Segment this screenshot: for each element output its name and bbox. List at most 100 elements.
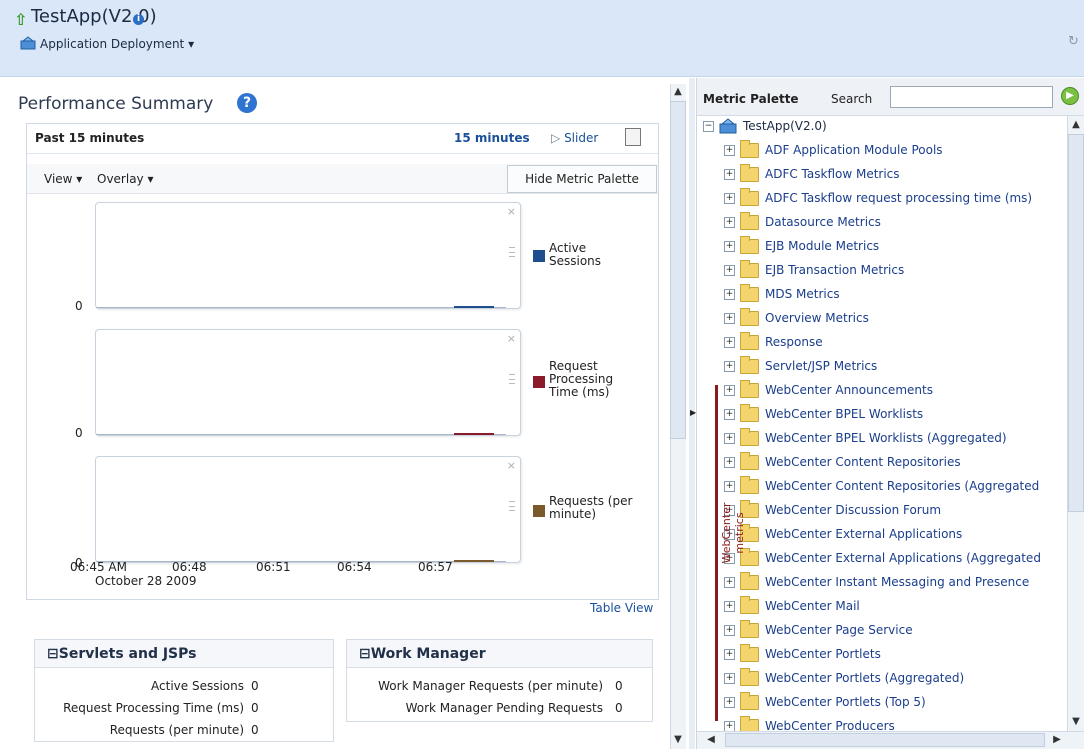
tree-item-label[interactable]: MDS Metrics [765, 287, 840, 301]
tree-item[interactable]: + ADFC Taskflow request processing time (… [697, 188, 1067, 212]
expand-icon[interactable]: + [724, 169, 735, 180]
duration-link[interactable]: 15 minutes [454, 131, 530, 145]
expand-icon[interactable]: + [724, 457, 735, 468]
tree-item-label[interactable]: EJB Module Metrics [765, 239, 879, 253]
scroll-up-icon[interactable]: ▲ [1068, 117, 1084, 133]
tree-item[interactable]: + WebCenter Mail [697, 596, 1067, 620]
table-view-link[interactable]: Table View [590, 601, 653, 615]
tree-item[interactable]: + WebCenter Page Service [697, 620, 1067, 644]
tree-item-label[interactable]: WebCenter Instant Messaging and Presence [765, 575, 1029, 589]
drag-handle-icon[interactable] [509, 374, 515, 384]
tree-item[interactable]: + WebCenter Portlets (Aggregated) [697, 668, 1067, 692]
expand-icon[interactable]: + [724, 289, 735, 300]
work-manager-section-header[interactable]: ⊟Work Manager [347, 640, 652, 668]
expand-icon[interactable]: + [724, 265, 735, 276]
tree-item-label[interactable]: WebCenter BPEL Worklists [765, 407, 923, 421]
tree-item[interactable]: + WebCenter Portlets (Top 5) [697, 692, 1067, 716]
close-icon[interactable]: × [507, 205, 516, 218]
scroll-left-icon[interactable]: ◀ [703, 732, 719, 748]
search-input[interactable] [890, 86, 1053, 108]
expand-icon[interactable]: + [724, 361, 735, 372]
tree-item[interactable]: + WebCenter Announcements [697, 380, 1067, 404]
expand-icon[interactable]: + [724, 337, 735, 348]
refresh-icon[interactable]: ↻ [1068, 34, 1082, 50]
tree-item[interactable]: + WebCenter Instant Messaging and Presenc… [697, 572, 1067, 596]
tree-item-label[interactable]: WebCenter Portlets [765, 647, 881, 661]
view-menu[interactable]: View ▾ [44, 172, 82, 186]
tree-item-label[interactable]: EJB Transaction Metrics [765, 263, 904, 277]
tree-item-label[interactable]: WebCenter Discussion Forum [765, 503, 941, 517]
tree-item[interactable]: + WebCenter BPEL Worklists (Aggregated) [697, 428, 1067, 452]
help-icon[interactable]: ? [237, 93, 257, 113]
tree-item-label[interactable]: Response [765, 335, 823, 349]
expand-icon[interactable]: + [724, 433, 735, 444]
scroll-right-icon[interactable]: ▶ [1049, 732, 1065, 748]
tree-item-label[interactable]: WebCenter External Applications (Aggrega… [765, 551, 1041, 565]
expand-icon[interactable]: + [724, 313, 735, 324]
tree-item-label[interactable]: WebCenter Content Repositories (Aggregat… [765, 479, 1039, 493]
palette-hscroll-thumb[interactable] [725, 733, 1045, 747]
expand-icon[interactable]: + [724, 673, 735, 684]
collapse-arrow-icon[interactable]: ▶ [690, 408, 696, 420]
tree-item[interactable]: + Servlet/JSP Metrics [697, 356, 1067, 380]
hide-metric-palette-button[interactable]: Hide Metric Palette [507, 165, 657, 193]
tree-item[interactable]: + ADF Application Module Pools [697, 140, 1067, 164]
tree-item[interactable]: + EJB Module Metrics [697, 236, 1067, 260]
expand-icon[interactable]: + [724, 649, 735, 660]
tree-item[interactable]: + WebCenter Producers [697, 716, 1067, 731]
tree-item[interactable]: + ADFC Taskflow Metrics [697, 164, 1067, 188]
servlets-section-header[interactable]: ⊟Servlets and JSPs [35, 640, 333, 668]
tree-item-label[interactable]: WebCenter Mail [765, 599, 860, 613]
scroll-down-icon[interactable]: ▼ [1068, 714, 1084, 730]
tree-item-label[interactable]: WebCenter Portlets (Top 5) [765, 695, 926, 709]
overlay-menu[interactable]: Overlay ▾ [97, 172, 154, 186]
tree-item-label[interactable]: Datasource Metrics [765, 215, 881, 229]
left-pane-scroll-thumb[interactable] [670, 101, 686, 439]
tree-item[interactable]: + WebCenter Content Repositories (Aggrega… [697, 476, 1067, 500]
scroll-down-icon[interactable]: ▼ [670, 732, 686, 748]
tree-item-label[interactable]: Overview Metrics [765, 311, 869, 325]
drag-handle-icon[interactable] [509, 247, 515, 257]
expand-icon[interactable]: + [724, 721, 735, 731]
expand-icon[interactable]: + [724, 385, 735, 396]
tree-item[interactable]: + WebCenter Content Repositories [697, 452, 1067, 476]
tree-item[interactable]: + WebCenter External Applications (Aggreg… [697, 548, 1067, 572]
palette-scroll-thumb[interactable] [1068, 134, 1084, 512]
expand-icon[interactable]: + [724, 145, 735, 156]
close-icon[interactable]: × [507, 332, 516, 345]
tree-item-label[interactable]: WebCenter Announcements [765, 383, 933, 397]
tree-item[interactable]: + Datasource Metrics [697, 212, 1067, 236]
tree-item[interactable]: + MDS Metrics [697, 284, 1067, 308]
drag-handle-icon[interactable] [509, 501, 515, 511]
calendar-icon[interactable] [625, 128, 641, 146]
expand-icon[interactable]: + [724, 409, 735, 420]
slider-button[interactable]: ▷ Slider [551, 131, 598, 145]
tree-item[interactable]: + WebCenter External Applications [697, 524, 1067, 548]
tree-item-label[interactable]: WebCenter Portlets (Aggregated) [765, 671, 964, 685]
collapse-icon[interactable]: − [703, 121, 714, 132]
tree-item-label[interactable]: Servlet/JSP Metrics [765, 359, 877, 373]
tree-item-label[interactable]: ADFC Taskflow Metrics [765, 167, 900, 181]
expand-icon[interactable]: + [724, 241, 735, 252]
tree-item[interactable]: + Overview Metrics [697, 308, 1067, 332]
deployment-menu[interactable]: Application Deployment ▾ [40, 37, 194, 51]
tree-item-label[interactable]: WebCenter Producers [765, 719, 895, 731]
tree-item-label[interactable]: WebCenter Page Service [765, 623, 913, 637]
tree-item[interactable]: + WebCenter Discussion Forum [697, 500, 1067, 524]
tree-item[interactable]: + WebCenter BPEL Worklists [697, 404, 1067, 428]
tree-item[interactable]: + Response [697, 332, 1067, 356]
tree-item-label[interactable]: WebCenter BPEL Worklists (Aggregated) [765, 431, 1007, 445]
scroll-up-icon[interactable]: ▲ [670, 84, 686, 100]
tree-item-label[interactable]: ADFC Taskflow request processing time (m… [765, 191, 1032, 205]
tree-item-label[interactable]: ADF Application Module Pools [765, 143, 943, 157]
up-arrow-icon[interactable]: ⇧ [14, 10, 27, 29]
tree-item[interactable]: + WebCenter Portlets [697, 644, 1067, 668]
expand-icon[interactable]: + [724, 697, 735, 708]
expand-icon[interactable]: + [724, 193, 735, 204]
close-icon[interactable]: × [507, 459, 516, 472]
search-go-icon[interactable]: ▶ [1061, 87, 1079, 105]
tree-item-label[interactable]: WebCenter External Applications [765, 527, 962, 541]
tree-root[interactable]: − TestApp(V2.0) [697, 116, 1067, 140]
info-icon[interactable]: i [133, 14, 144, 25]
expand-icon[interactable]: + [724, 625, 735, 636]
